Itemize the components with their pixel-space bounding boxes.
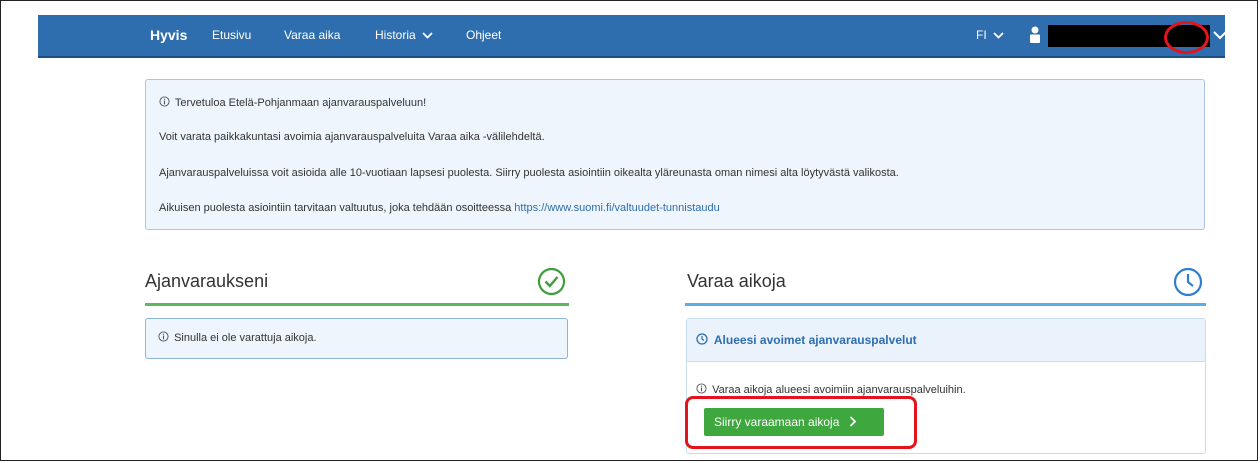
authorization-text: Aikuisen puolesta asiointiin tarvitaan v… <box>159 202 512 214</box>
authorization-link[interactable]: https://www.suomi.fi/valtuudet-tunnistau… <box>514 202 719 214</box>
card-title-text: Alueesi avoimet ajanvarauspalvelut <box>713 333 917 347</box>
card-header: Alueesi avoimet ajanvarauspalvelut <box>687 319 1205 362</box>
highlight-circle-user-menu <box>1164 21 1209 54</box>
welcome-text: Tervetuloa Etelä-Pohjanmaan ajanvarauspa… <box>174 97 427 109</box>
chevron-down-icon <box>993 32 1004 40</box>
nav-historia-label: Historia <box>375 28 416 42</box>
my-bookings-title: Ajanvaraukseni <box>145 271 269 291</box>
top-navbar: Hyvis Etusivu Varaa aika Historia Ohjeet… <box>38 15 1227 58</box>
card-description-text: Varaa aikoja alueesi avoimiin ajanvaraus… <box>712 384 966 396</box>
user-icon <box>1030 26 1040 43</box>
chevron-down-icon <box>422 32 433 40</box>
info-text-line: Voit varata paikkakuntasi avoimia ajanva… <box>159 131 545 143</box>
card-description: Varaa aikoja alueesi avoimiin ajanvaraus… <box>696 383 966 396</box>
info-text-line: Aikuisen puolesta asiointiin tarvitaan v… <box>159 202 720 214</box>
nav-ohjeet[interactable]: Ohjeet <box>466 15 501 56</box>
no-bookings-notice: Sinulla ei ole varattuja aikoja. <box>145 318 568 359</box>
info-text-line: Ajanvarauspalveluissa voit asioida alle … <box>159 167 899 179</box>
book-times-divider <box>685 303 1206 306</box>
highlight-box-button <box>685 396 917 449</box>
book-times-title: Varaa aikoja <box>687 271 786 291</box>
nav-etusivu[interactable]: Etusivu <box>212 15 251 56</box>
check-circle-icon <box>537 267 566 296</box>
no-bookings-text: Sinulla ei ole varattuja aikoja. <box>174 332 317 344</box>
nav-varaa-aika[interactable]: Varaa aika <box>284 15 340 56</box>
info-icon <box>159 96 170 107</box>
welcome-info-box: Tervetuloa Etelä-Pohjanmaan ajanvarauspa… <box>145 79 1205 230</box>
brand-logo[interactable]: Hyvis <box>150 15 187 56</box>
user-menu-chevron-down-icon[interactable] <box>1210 25 1230 45</box>
welcome-line: Tervetuloa Etelä-Pohjanmaan ajanvarauspa… <box>159 96 426 109</box>
clock-icon <box>1173 267 1203 297</box>
language-label: FI <box>976 28 987 42</box>
nav-historia[interactable]: Historia <box>375 15 433 56</box>
my-bookings-divider <box>145 303 569 306</box>
clock-icon <box>696 333 708 345</box>
language-selector[interactable]: FI <box>976 15 1004 56</box>
info-icon <box>696 383 707 394</box>
info-icon <box>158 331 169 342</box>
card-title: Alueesi avoimet ajanvarauspalvelut <box>696 333 917 347</box>
